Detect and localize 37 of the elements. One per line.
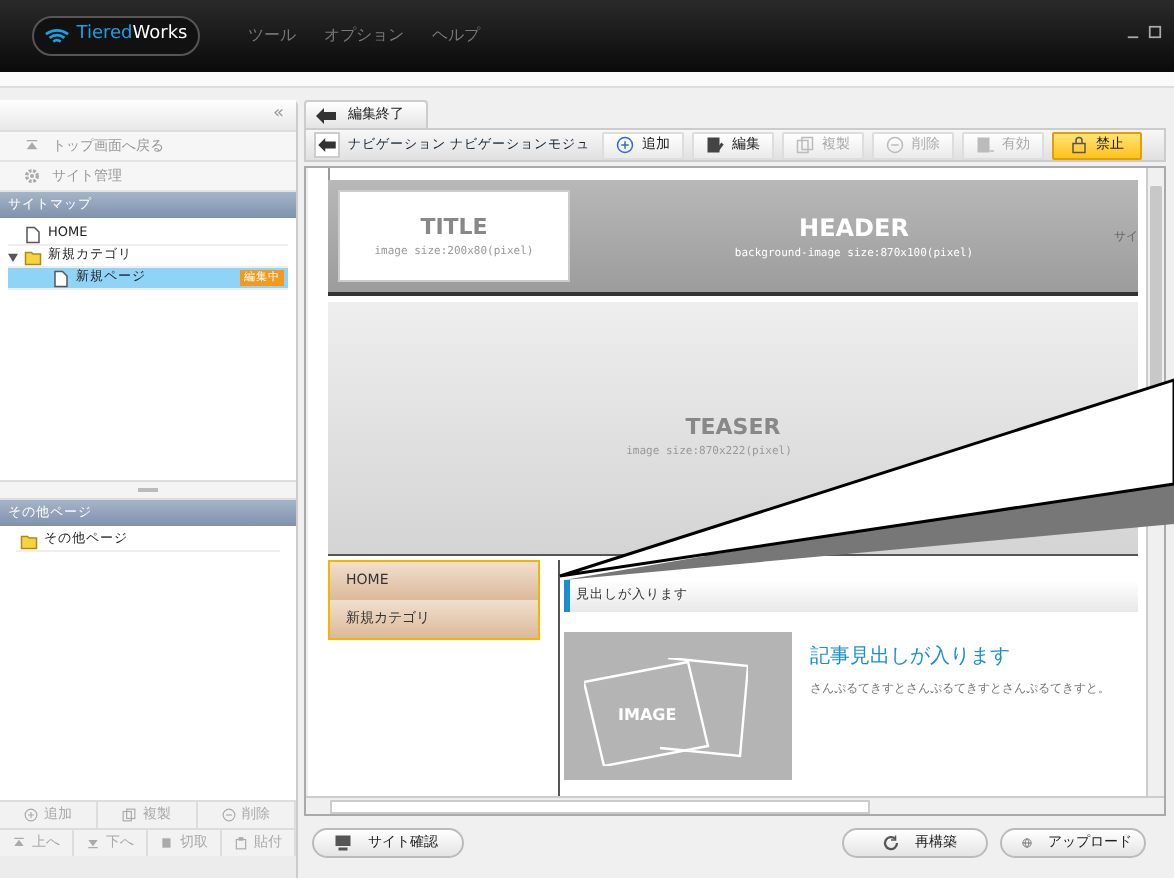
minus-icon — [221, 808, 236, 822]
folder-icon — [20, 531, 38, 549]
page-icon — [24, 225, 42, 243]
article-title: 記事見出しが入ります — [810, 643, 1012, 672]
up-icon — [24, 138, 40, 154]
horizontal-scrollbar[interactable] — [306, 796, 1164, 814]
page-icon — [52, 269, 70, 287]
up-icon — [12, 836, 26, 850]
collapse-button[interactable]: « — [272, 106, 284, 124]
plus-icon — [24, 808, 39, 822]
placeholder-title: TEASER — [685, 411, 781, 444]
globe-icon — [1022, 833, 1032, 851]
minus-icon — [886, 136, 905, 154]
lock-icon — [1070, 136, 1089, 154]
copy-icon — [796, 136, 815, 154]
settings-icon — [24, 168, 40, 184]
refresh-icon — [881, 833, 899, 851]
document-icon — [976, 136, 995, 154]
down-icon — [86, 836, 100, 850]
maximize-icon — [1148, 24, 1162, 40]
plus-icon — [616, 136, 635, 154]
paste-icon — [234, 836, 248, 850]
copy-icon — [122, 808, 137, 822]
placeholder-title: HEADER — [799, 211, 909, 246]
wifi-icon — [44, 26, 71, 46]
back-button[interactable] — [314, 132, 340, 158]
placeholder-title: TITLE — [420, 211, 488, 244]
edit-icon — [706, 136, 725, 154]
photo-frames-icon — [584, 658, 748, 766]
monitor-icon — [334, 833, 352, 851]
expander-icon — [8, 251, 18, 261]
menu-item[interactable]: ツール — [248, 24, 296, 48]
splitter-handle — [138, 488, 158, 492]
menu-item[interactable]: ヘルプ — [432, 24, 480, 48]
image-label: IMAGE — [618, 704, 677, 728]
menu-item[interactable]: オプション — [324, 24, 404, 48]
app-logo: TieredWorks — [32, 16, 200, 56]
